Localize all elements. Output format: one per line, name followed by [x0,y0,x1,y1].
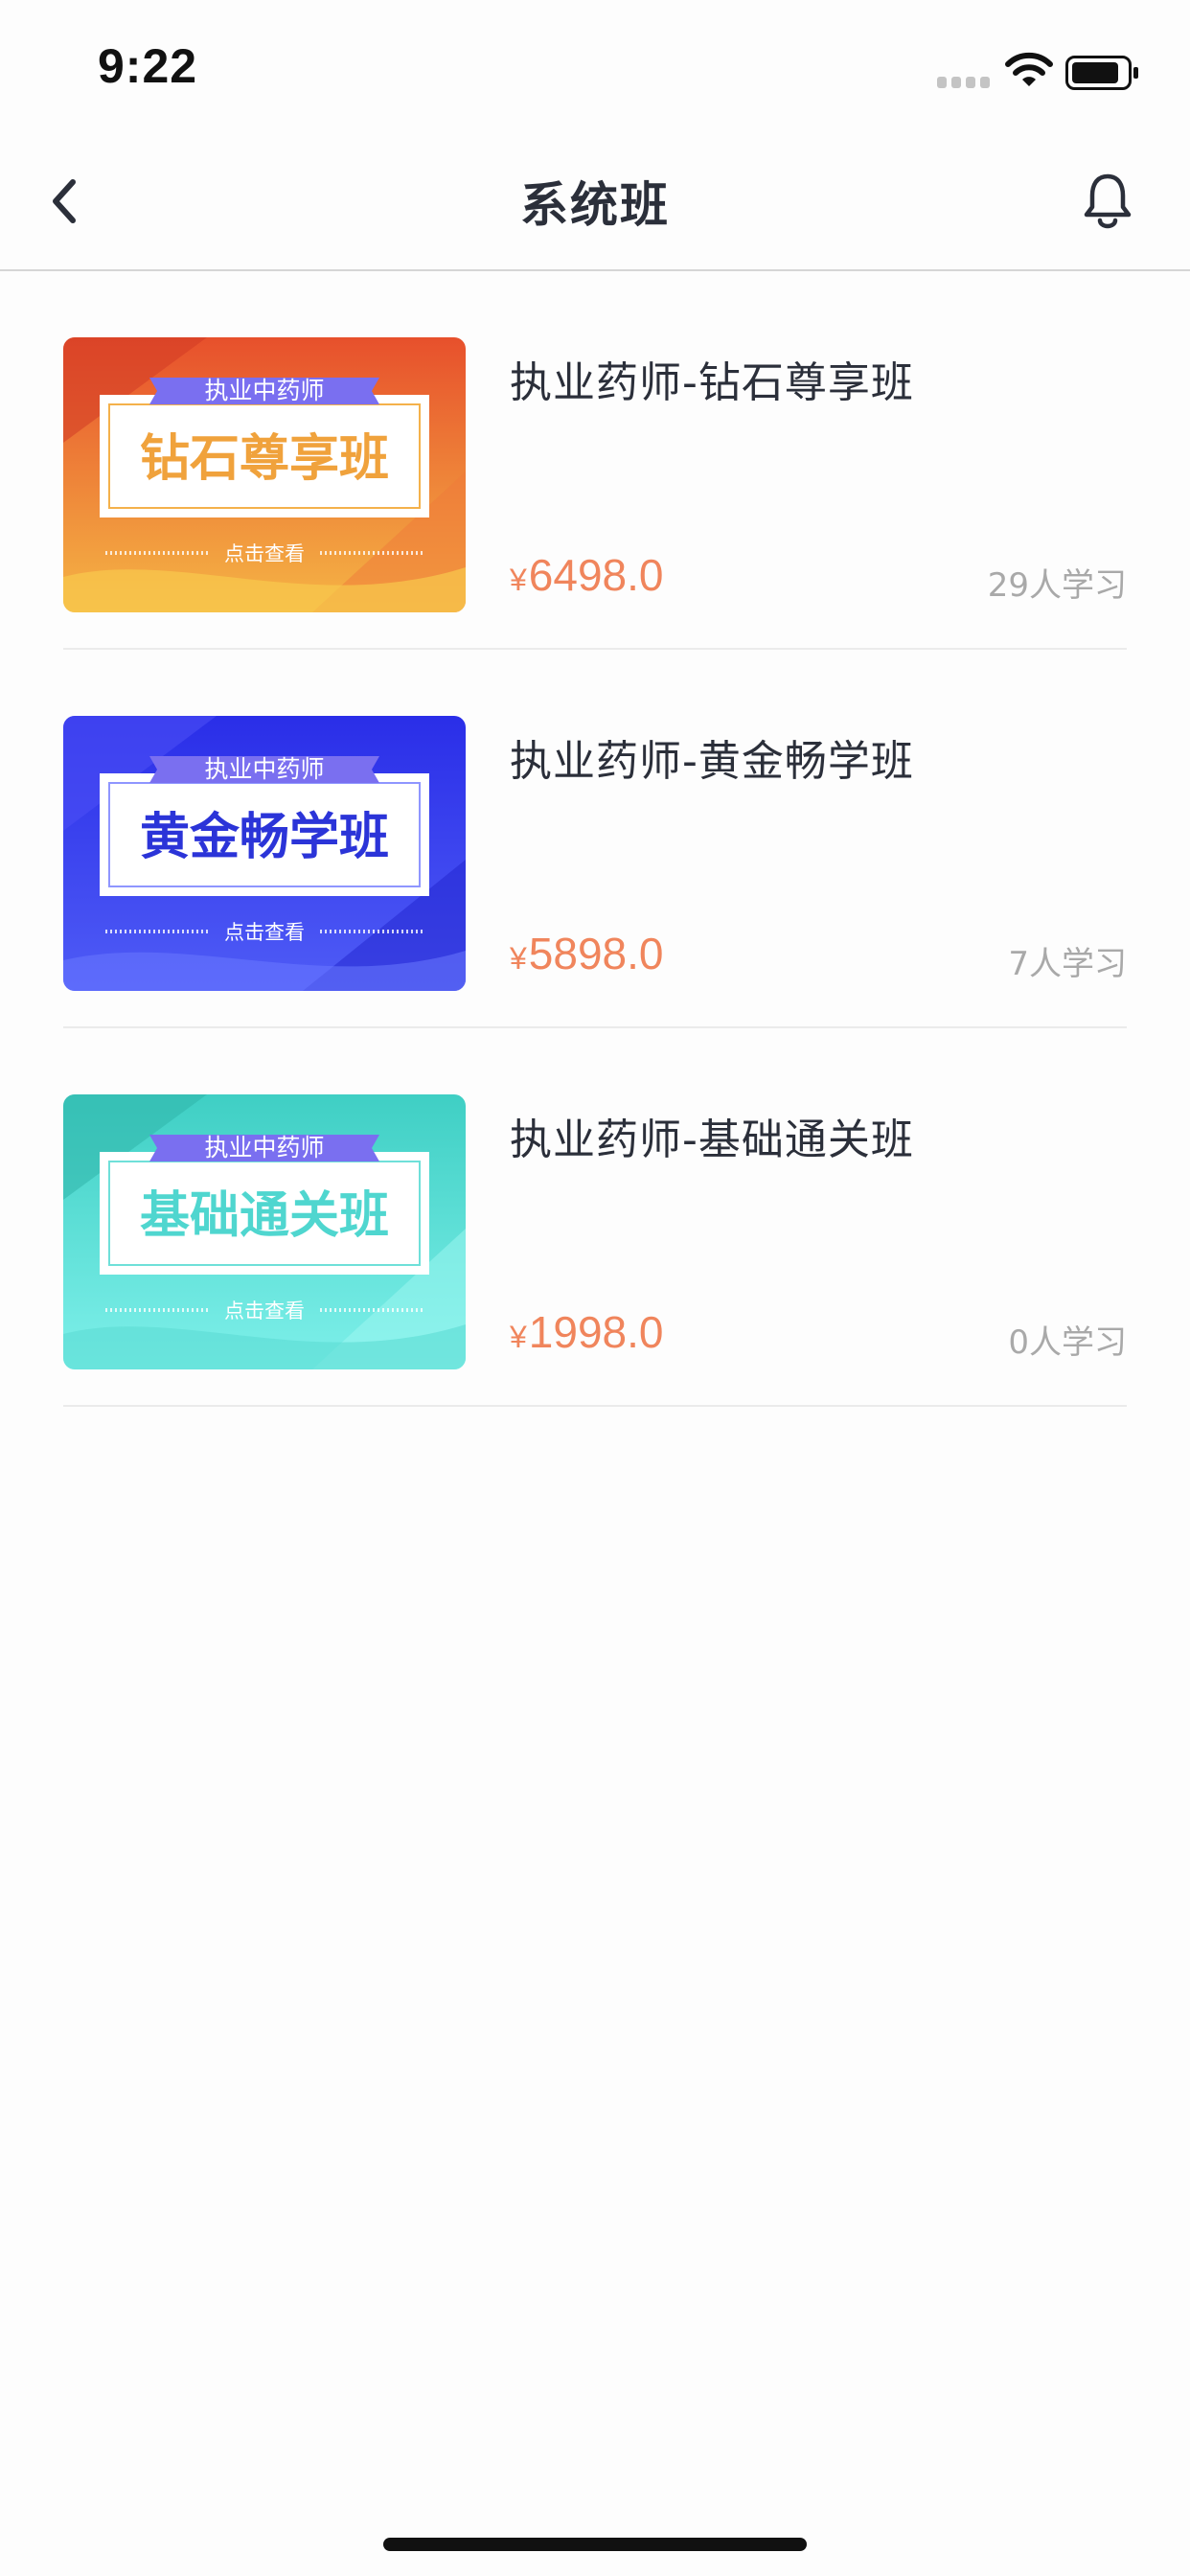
thumb-cta: 点击查看 [224,542,305,565]
status-time: 9:22 [98,39,198,93]
price-value: 6498.0 [528,550,664,600]
learner-count: 29人学习 [987,566,1127,605]
cellular-signal-icon [937,77,991,88]
course-title: 执业药师-黄金畅学班 [510,737,914,786]
currency-symbol: ¥ [510,563,527,597]
home-indicator[interactable] [383,2538,807,2551]
course-thumbnail[interactable]: 执业中药师 黄金畅学班 点击查看 [63,716,466,991]
course-title: 执业药师-基础通关班 [510,1116,914,1164]
course-price: ¥6498.0 [510,549,664,601]
nav-bar: 系统班 [0,134,1190,271]
course-thumbnail[interactable]: 执业中药师 基础通关班 点击查看 [63,1094,466,1369]
bell-icon[interactable] [1081,169,1134,230]
price-value: 5898.0 [528,929,664,978]
course-thumbnail[interactable]: 执业中药师 钻石尊享班 点击查看 [63,337,466,612]
thumb-ribbon-text: 执业中药师 [204,755,324,783]
course-item-gold[interactable]: 执业中药师 黄金畅学班 点击查看 执业药师-黄金畅学班 ¥5898.0 7人学习 [63,650,1127,1028]
currency-symbol: ¥ [510,941,527,976]
thumb-headline: 黄金畅学班 [140,809,389,866]
learner-count: 7人学习 [1008,945,1127,983]
thumb-headline: 基础通关班 [140,1187,389,1245]
course-list: 执业中药师 钻石尊享班 点击查看 执业药师-钻石尊享班 ¥6498.0 29人学… [63,271,1127,1407]
course-item-diamond[interactable]: 执业中药师 钻石尊享班 点击查看 执业药师-钻石尊享班 ¥6498.0 29人学… [63,271,1127,650]
thumb-cta: 点击查看 [224,1300,305,1322]
price-value: 1998.0 [528,1307,664,1357]
thumb-cta: 点击查看 [224,921,305,944]
currency-symbol: ¥ [510,1320,527,1354]
learner-count: 0人学习 [1008,1323,1127,1362]
course-item-basic[interactable]: 执业中药师 基础通关班 点击查看 执业药师-基础通关班 ¥1998.0 0人学习 [63,1028,1127,1407]
page-title: 系统班 [520,177,670,233]
course-price: ¥1998.0 [510,1306,664,1358]
status-bar: 9:22 [0,0,1190,134]
wifi-icon [1005,52,1053,86]
thumb-ribbon-text: 执业中药师 [204,1134,324,1162]
thumb-ribbon-text: 执业中药师 [204,377,324,404]
screen: 9:22 系统班 执业中药师 钻石尊享班 点击查看 执业药师-钻石尊享班 ¥64… [0,0,1190,2576]
course-price: ¥5898.0 [510,928,664,979]
thumb-headline: 钻石尊享班 [140,430,389,488]
battery-icon [1065,56,1138,90]
course-title: 执业药师-钻石尊享班 [510,358,914,407]
